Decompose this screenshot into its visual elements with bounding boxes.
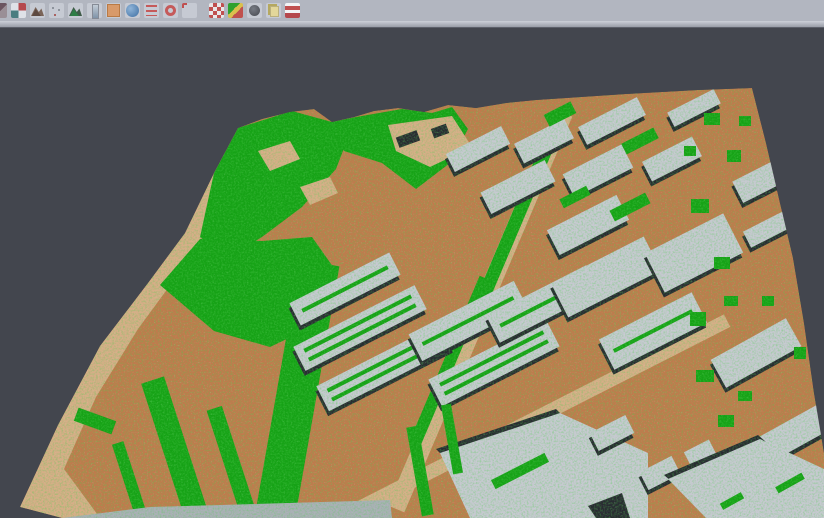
terrain-icon[interactable]	[30, 3, 45, 18]
3d-viewport[interactable]	[0, 28, 824, 518]
orthophoto-icon[interactable]	[106, 3, 121, 18]
vegetation-terrain-icon[interactable]	[68, 3, 83, 18]
edit-icon[interactable]	[0, 3, 7, 18]
globe-icon[interactable]	[125, 3, 140, 18]
main-toolbar	[0, 0, 824, 21]
point-cloud-scene[interactable]	[0, 28, 824, 518]
layers-icon[interactable]	[285, 3, 300, 18]
terrain-group	[0, 28, 824, 518]
classification-map-icon[interactable]	[228, 3, 243, 18]
grid-icon[interactable]	[209, 3, 224, 18]
selection-icon[interactable]	[182, 3, 197, 18]
transform-icon[interactable]	[11, 3, 26, 18]
toolbar-separator	[0, 21, 824, 28]
camera-icon[interactable]	[247, 3, 262, 18]
point-cloud-speckle-light	[0, 28, 824, 518]
application-window	[0, 0, 824, 517]
list-icon[interactable]	[144, 3, 159, 18]
point-cloud-icon[interactable]	[49, 3, 64, 18]
target-icon[interactable]	[163, 3, 178, 18]
export-icon[interactable]	[266, 3, 281, 18]
level-icon[interactable]	[87, 3, 102, 18]
